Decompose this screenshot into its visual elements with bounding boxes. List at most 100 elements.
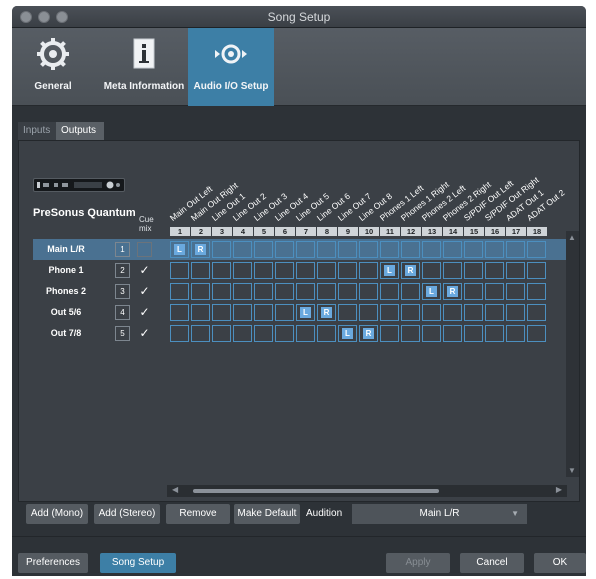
matrix-cell[interactable] xyxy=(212,304,231,321)
output-row-name[interactable]: Main L/R xyxy=(33,239,99,260)
matrix-cell[interactable] xyxy=(485,304,504,321)
matrix-cell[interactable] xyxy=(317,262,336,279)
cancel-button[interactable]: Cancel xyxy=(460,553,524,573)
matrix-cell[interactable] xyxy=(464,325,483,342)
matrix-cell[interactable] xyxy=(296,241,315,258)
matrix-cell[interactable] xyxy=(212,241,231,258)
matrix-cell[interactable] xyxy=(254,325,273,342)
matrix-cell[interactable] xyxy=(527,304,546,321)
matrix-cell[interactable] xyxy=(338,283,357,300)
channel-assign-tag[interactable]: L xyxy=(174,244,185,255)
matrix-cell[interactable] xyxy=(527,241,546,258)
matrix-cell[interactable] xyxy=(254,262,273,279)
tab-outputs[interactable]: Outputs xyxy=(56,122,104,140)
matrix-cell[interactable] xyxy=(233,241,252,258)
matrix-cell[interactable] xyxy=(191,304,210,321)
matrix-cell[interactable]: L xyxy=(296,304,315,321)
matrix-cell[interactable] xyxy=(317,325,336,342)
matrix-cell[interactable] xyxy=(359,262,378,279)
matrix-cell[interactable]: L xyxy=(170,241,189,258)
add-stereo-button[interactable]: Add (Stereo) xyxy=(94,504,160,524)
matrix-cell[interactable] xyxy=(527,262,546,279)
matrix-cell[interactable]: R xyxy=(443,283,462,300)
channel-assign-tag[interactable]: L xyxy=(342,328,353,339)
output-row[interactable]: Main L/R 1 L R xyxy=(33,239,567,260)
ok-button[interactable]: OK xyxy=(534,553,586,573)
output-row[interactable]: Phones 2 3 ✓ L R xyxy=(33,281,567,302)
audition-select[interactable]: Main L/R ▼ xyxy=(352,504,527,524)
matrix-cell[interactable] xyxy=(212,262,231,279)
channel-assign-tag[interactable]: L xyxy=(384,265,395,276)
matrix-cell[interactable] xyxy=(443,325,462,342)
matrix-cell[interactable] xyxy=(464,283,483,300)
matrix-cell[interactable] xyxy=(170,304,189,321)
matrix-cell[interactable] xyxy=(464,241,483,258)
matrix-cell[interactable] xyxy=(275,325,294,342)
vertical-scrollbar[interactable]: ▲ ▼ xyxy=(566,231,579,477)
matrix-cell[interactable] xyxy=(233,325,252,342)
matrix-cell[interactable] xyxy=(443,241,462,258)
preferences-button[interactable]: Preferences xyxy=(18,553,88,573)
matrix-cell[interactable] xyxy=(254,304,273,321)
channel-assign-tag[interactable]: R xyxy=(405,265,416,276)
cue-mix-checkbox[interactable]: ✓ xyxy=(137,284,152,299)
matrix-cell[interactable] xyxy=(380,325,399,342)
matrix-cell[interactable] xyxy=(359,304,378,321)
matrix-cell[interactable] xyxy=(254,241,273,258)
matrix-cell[interactable]: L xyxy=(380,262,399,279)
channel-assign-tag[interactable]: R xyxy=(447,286,458,297)
matrix-cell[interactable] xyxy=(233,304,252,321)
matrix-cell[interactable]: L xyxy=(422,283,441,300)
matrix-cell[interactable] xyxy=(359,283,378,300)
matrix-cell[interactable] xyxy=(170,283,189,300)
matrix-cell[interactable] xyxy=(485,283,504,300)
matrix-cell[interactable] xyxy=(485,325,504,342)
song-setup-button[interactable]: Song Setup xyxy=(100,553,176,573)
matrix-cell[interactable] xyxy=(422,241,441,258)
matrix-cell[interactable] xyxy=(506,283,525,300)
toolbar-audio-io-setup-button[interactable]: Audio I/O Setup xyxy=(188,28,274,106)
matrix-cell[interactable] xyxy=(338,241,357,258)
matrix-cell[interactable] xyxy=(212,325,231,342)
matrix-cell[interactable] xyxy=(422,304,441,321)
matrix-cell[interactable] xyxy=(464,262,483,279)
matrix-cell[interactable] xyxy=(527,325,546,342)
matrix-cell[interactable] xyxy=(380,304,399,321)
matrix-cell[interactable] xyxy=(275,262,294,279)
matrix-cell[interactable] xyxy=(443,304,462,321)
cue-mix-checkbox[interactable]: ✓ xyxy=(137,305,152,320)
matrix-cell[interactable]: R xyxy=(191,241,210,258)
channel-assign-tag[interactable]: R xyxy=(363,328,374,339)
matrix-cell[interactable] xyxy=(233,283,252,300)
output-row[interactable]: Out 7/8 5 ✓ L R xyxy=(33,323,567,344)
matrix-cell[interactable] xyxy=(191,325,210,342)
output-row-name[interactable]: Phones 2 xyxy=(33,281,99,302)
matrix-cell[interactable] xyxy=(506,304,525,321)
scroll-up-icon[interactable]: ▲ xyxy=(568,233,576,242)
matrix-cell[interactable] xyxy=(338,262,357,279)
matrix-cell[interactable] xyxy=(296,283,315,300)
tab-inputs[interactable]: Inputs xyxy=(18,122,56,140)
matrix-cell[interactable]: L xyxy=(338,325,357,342)
toolbar-general-button[interactable]: General xyxy=(16,28,90,106)
horizontal-scroll-thumb[interactable] xyxy=(193,489,439,493)
matrix-cell[interactable] xyxy=(170,325,189,342)
matrix-cell[interactable] xyxy=(380,283,399,300)
channel-assign-tag[interactable]: L xyxy=(300,307,311,318)
output-row-name[interactable]: Out 7/8 xyxy=(33,323,99,344)
matrix-cell[interactable] xyxy=(527,283,546,300)
remove-button[interactable]: Remove xyxy=(166,504,230,524)
matrix-cell[interactable]: R xyxy=(401,262,420,279)
matrix-cell[interactable] xyxy=(359,241,378,258)
matrix-cell[interactable] xyxy=(296,262,315,279)
output-row-name[interactable]: Out 5/6 xyxy=(33,302,99,323)
matrix-cell[interactable] xyxy=(275,304,294,321)
matrix-cell[interactable] xyxy=(317,241,336,258)
matrix-cell[interactable] xyxy=(443,262,462,279)
matrix-cell[interactable] xyxy=(506,262,525,279)
add-mono-button[interactable]: Add (Mono) xyxy=(26,504,88,524)
matrix-cell[interactable] xyxy=(401,325,420,342)
matrix-cell[interactable] xyxy=(422,262,441,279)
matrix-cell[interactable] xyxy=(422,325,441,342)
matrix-cell[interactable] xyxy=(485,262,504,279)
